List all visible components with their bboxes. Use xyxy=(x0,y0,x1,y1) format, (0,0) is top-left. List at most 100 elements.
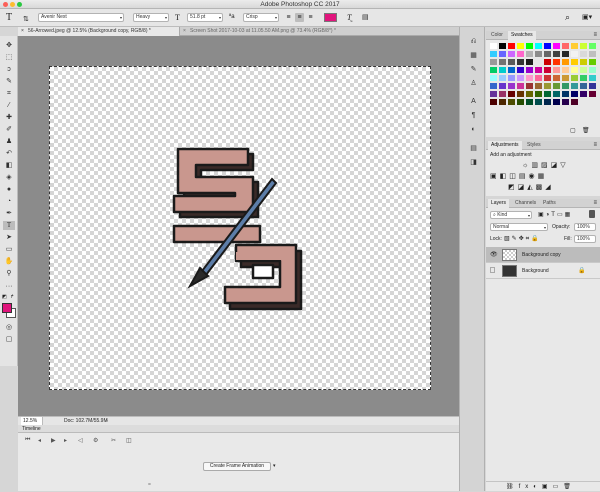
color-swatch[interactable] xyxy=(562,43,569,49)
document-tab[interactable]: × Screen Shot 2017-10-03 at 11.05.50 AM.… xyxy=(180,27,340,36)
color-swatch[interactable] xyxy=(580,75,587,81)
properties-icon[interactable]: ▦ xyxy=(469,51,478,60)
filter-type-icons[interactable]: ▣◑T▭▦ xyxy=(538,211,572,218)
color-swatch[interactable] xyxy=(562,67,569,73)
tab-color[interactable]: Color xyxy=(488,31,506,40)
color-swatch[interactable] xyxy=(490,91,497,97)
color-swatch[interactable] xyxy=(553,51,560,57)
tab-swatches[interactable]: Swatches xyxy=(508,31,536,40)
document-canvas[interactable] xyxy=(49,66,431,390)
color-swatch[interactable] xyxy=(580,91,587,97)
color-swatch[interactable] xyxy=(535,51,542,57)
color-swatch[interactable] xyxy=(544,99,551,105)
color-swatch[interactable] xyxy=(544,59,551,65)
workspace-icon[interactable]: ▣▾ xyxy=(582,13,592,21)
blur-tool-icon[interactable]: ● xyxy=(3,185,15,194)
font-family-select[interactable]: Avenir Next ▾ xyxy=(38,13,124,22)
color-swatch[interactable] xyxy=(517,51,524,57)
color-swatch[interactable] xyxy=(535,75,542,81)
color-swatch[interactable] xyxy=(589,67,596,73)
color-swatch[interactable] xyxy=(508,99,515,105)
color-swatch[interactable] xyxy=(580,59,587,65)
lasso-tool-icon[interactable]: ↄ xyxy=(3,65,15,74)
new-swatch-icon[interactable]: ▢ xyxy=(570,127,576,134)
color-swatch[interactable] xyxy=(526,67,533,73)
color-swatch[interactable] xyxy=(544,43,551,49)
brush-settings-icon[interactable]: ✎ xyxy=(469,65,478,74)
adjustment-icons-row-1[interactable]: ☼▥▨◪▽ xyxy=(522,161,569,169)
chevron-down-icon[interactable]: ▾ xyxy=(273,463,276,469)
color-swatch[interactable] xyxy=(571,43,578,49)
status-menu-icon[interactable]: › xyxy=(106,417,108,425)
color-swatch[interactable] xyxy=(508,91,515,97)
layer-action-icons[interactable]: ⛓fx◐▣▭🗑 xyxy=(486,481,600,491)
rectangle-tool-icon[interactable]: ▭ xyxy=(3,245,15,254)
marquee-tool-icon[interactable]: ⬚ xyxy=(3,53,15,62)
libraries-icon[interactable]: ▤ xyxy=(469,144,478,153)
color-swatch[interactable] xyxy=(517,91,524,97)
color-swatch[interactable] xyxy=(517,99,524,105)
type-tool-icon[interactable]: T xyxy=(3,221,15,230)
transition-icon[interactable]: ◫ xyxy=(126,437,132,444)
color-swatch[interactable] xyxy=(544,67,551,73)
color-swatch[interactable] xyxy=(508,51,515,57)
blend-mode-select[interactable]: Normal ▾ xyxy=(490,223,548,231)
visibility-box[interactable] xyxy=(490,267,495,273)
move-tool-icon[interactable]: ✥ xyxy=(3,41,15,50)
quick-select-tool-icon[interactable]: ✎ xyxy=(3,77,15,86)
delete-swatch-icon[interactable]: 🗑 xyxy=(582,127,590,134)
layer-filter-select[interactable]: ⌕ Kind ▾ xyxy=(490,211,532,219)
brush-tool-icon[interactable]: ✐ xyxy=(3,125,15,134)
paint-bucket-tool-icon[interactable]: ◈ xyxy=(3,173,15,182)
quick-mask-icon[interactable]: ◎ xyxy=(3,323,15,332)
screen-mode-icon[interactable]: ▢ xyxy=(3,335,15,344)
layer-row-background-copy[interactable]: 👁 Background copy xyxy=(486,247,600,263)
color-swatch[interactable] xyxy=(544,51,551,57)
color-swatch[interactable] xyxy=(553,91,560,97)
layer-row-background[interactable]: Background 🔒 xyxy=(486,263,600,279)
color-swatch[interactable] xyxy=(490,67,497,73)
zoom-tool-icon[interactable]: ⚲ xyxy=(3,269,15,278)
layer-name[interactable]: Background xyxy=(522,268,549,274)
align-left-icon[interactable]: ≡ xyxy=(284,13,293,22)
color-swatch[interactable] xyxy=(589,51,596,57)
color-swatch[interactable] xyxy=(508,67,515,73)
color-swatch[interactable] xyxy=(535,43,542,49)
font-style-select[interactable]: Heavy ▾ xyxy=(133,13,169,22)
color-swatch[interactable] xyxy=(526,99,533,105)
color-swatch[interactable] xyxy=(553,43,560,49)
adjustments-strip-icon[interactable]: ◨ xyxy=(469,158,478,167)
warp-text-icon[interactable]: T̰ xyxy=(347,13,351,22)
color-swatch[interactable] xyxy=(526,51,533,57)
orientation-toggle-icon[interactable]: ⇅ xyxy=(23,15,29,23)
color-swatch[interactable] xyxy=(571,83,578,89)
color-swatch[interactable] xyxy=(490,75,497,81)
close-tab-icon[interactable]: × xyxy=(183,27,186,36)
more-tools-icon[interactable]: ··· xyxy=(3,282,15,291)
color-swatch[interactable] xyxy=(490,59,497,65)
zoom-window-button[interactable] xyxy=(17,2,22,7)
adjustment-icons-row-2[interactable]: ▣◧◫▤◉▦ xyxy=(490,172,547,180)
next-frame-icon[interactable]: ▸ xyxy=(64,437,67,444)
split-icon[interactable]: ✂ xyxy=(111,437,116,444)
color-swatch[interactable] xyxy=(571,91,578,97)
close-window-button[interactable] xyxy=(3,2,8,7)
color-swatch[interactable] xyxy=(508,83,515,89)
pen-tool-icon[interactable]: ✒ xyxy=(3,209,15,218)
color-swatch[interactable] xyxy=(508,59,515,65)
first-frame-icon[interactable]: ⏮ xyxy=(25,437,30,444)
align-center-icon[interactable]: ≡ xyxy=(295,13,304,22)
eraser-tool-icon[interactable]: ◧ xyxy=(3,161,15,170)
tab-paths[interactable]: Paths xyxy=(540,199,559,208)
color-swatch[interactable] xyxy=(490,99,497,105)
color-swatch[interactable] xyxy=(580,67,587,73)
lock-icons[interactable]: ▧✎✥⌗🔒 xyxy=(504,235,541,243)
text-color-swatch[interactable] xyxy=(324,13,337,22)
hand-tool-icon[interactable]: ✋ xyxy=(3,257,15,266)
zoom-level[interactable]: 12.5% xyxy=(21,417,43,425)
color-swatch[interactable] xyxy=(562,59,569,65)
foreground-color-swatch[interactable] xyxy=(2,303,12,313)
history-icon[interactable]: ⎌ xyxy=(469,37,478,46)
healing-brush-tool-icon[interactable]: ✚ xyxy=(3,113,15,122)
eyedropper-tool-icon[interactable]: ⁄ xyxy=(3,101,15,110)
